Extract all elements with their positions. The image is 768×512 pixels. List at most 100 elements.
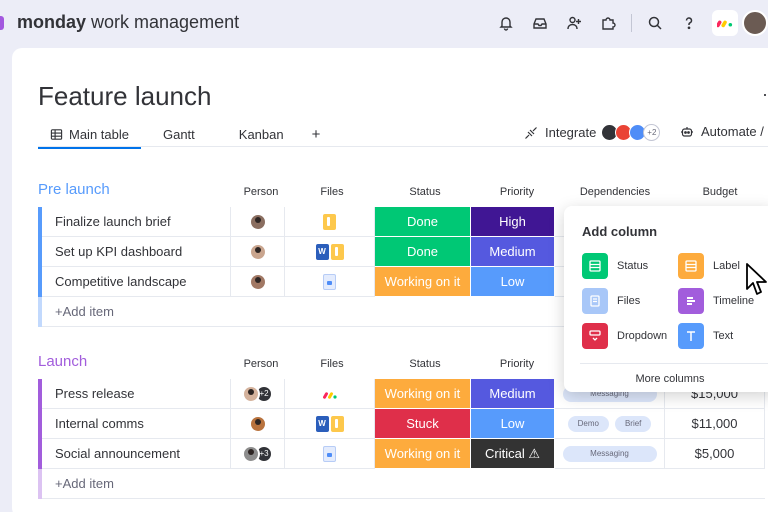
person-cell[interactable] [231,267,285,297]
person-cell[interactable] [231,409,285,439]
files-cell[interactable] [285,439,375,469]
priority-cell[interactable]: Low [471,267,555,297]
col-header-priority[interactable]: Priority [473,186,561,198]
priority-cell[interactable]: Medium [471,237,555,267]
status-cell[interactable]: Done [375,207,471,237]
status-cell[interactable]: Stuck [375,409,471,439]
table-row[interactable]: Internal comms W Stuck Low Demo Brief $1… [38,409,768,439]
col-header-budget[interactable]: Budget [668,186,768,198]
col-header-status[interactable]: Status [375,358,475,370]
file-icons: W [315,243,344,260]
avatar [248,242,267,261]
dependency-tag[interactable]: Messaging [562,445,657,462]
automate-label: Automate / 2 [701,124,768,139]
status-cell[interactable]: Working on it [375,267,471,297]
dependency-tag[interactable]: Brief [614,415,652,432]
files-cell[interactable]: W [285,409,375,439]
image-file-icon [323,445,336,462]
text-column-icon [678,323,704,349]
priority-cell[interactable]: High [471,207,555,237]
files-cell[interactable] [285,379,375,409]
status-cell[interactable]: Done [375,237,471,267]
status-cell[interactable]: Working on it [375,439,471,469]
popup-title: Add column [582,224,658,239]
col-header-person[interactable]: Person [231,186,291,198]
item-name[interactable]: Press release [42,379,231,409]
more-columns-button[interactable]: More columns [564,373,768,385]
status-option-label: Status [617,260,649,272]
files-cell[interactable]: W [285,237,375,267]
popup-divider [580,363,768,364]
add-dropdown-column[interactable]: Dropdown [582,323,667,349]
file-icon [323,213,336,230]
add-label-column[interactable]: Label [678,253,740,279]
add-text-column[interactable]: Text [678,323,733,349]
add-files-column[interactable]: Files [582,288,640,314]
dependencies-cell[interactable]: Demo Brief [555,409,665,439]
automate-button[interactable]: Automate / 2 [680,124,768,139]
budget-cell[interactable]: $5,000 [665,439,765,469]
more-integrations-count: +2 [643,124,661,141]
priority-cell[interactable]: Critical ⚠ [471,439,555,469]
col-header-priority[interactable]: Priority [473,358,561,370]
col-header-person[interactable]: Person [231,358,291,370]
add-timeline-column[interactable]: Timeline [678,288,754,314]
add-status-column[interactable]: Status [582,253,648,279]
label-option-label: Label [713,260,740,272]
priority-cell[interactable]: Medium [471,379,555,409]
col-header-files[interactable]: Files [290,186,374,198]
budget-cell[interactable]: $11,000 [665,409,765,439]
col-header-dependencies[interactable]: Dependencies [559,186,671,198]
word-file-icon: W [315,415,329,432]
avatar [242,384,260,403]
text-option-label: Text [713,330,734,342]
avatar [248,212,267,231]
file-icons: W [315,415,344,432]
col-header-status[interactable]: Status [375,186,475,198]
group-title-pre-launch[interactable]: Pre launch [38,181,110,198]
dependencies-cell[interactable]: Messaging [555,439,665,469]
item-name[interactable]: Social announcement [42,439,231,469]
person-cell[interactable] [231,237,285,267]
search-icon[interactable] [646,14,664,32]
bell-icon[interactable] [497,14,515,32]
apps-icon[interactable] [599,14,617,32]
tab-kanban[interactable]: Kanban [227,122,296,146]
status-cell[interactable]: Working on it [375,379,471,409]
priority-cell[interactable]: Low [471,409,555,439]
brand-name[interactable]: monday work management [17,12,239,33]
item-name[interactable]: Internal comms [42,409,231,439]
item-name[interactable]: Finalize launch brief [42,207,231,237]
board-title: Feature launch [38,81,212,111]
files-cell[interactable] [285,207,375,237]
inbox-icon[interactable] [531,14,549,32]
group-title-launch[interactable]: Launch [38,353,87,370]
dropdown-column-icon [582,323,608,349]
board-more-icon[interactable]: · [762,84,768,105]
table-row[interactable]: Social announcement +3 Working on it Cri… [38,439,768,469]
tab-main-table[interactable]: Main table [38,122,141,149]
files-cell[interactable] [285,267,375,297]
brand-bold: monday [17,12,87,32]
brand-rest: work management [86,12,240,32]
item-name[interactable]: Competitive landscape [42,267,231,297]
file-icon [330,415,344,432]
add-view-button[interactable]: + [300,122,333,146]
monday-apps-badge[interactable] [712,10,738,36]
avatar [242,444,260,463]
integrate-button[interactable]: Integrate +2 [524,124,661,141]
person-cell[interactable]: +2 [231,379,285,409]
person-cell[interactable]: +3 [231,439,285,469]
item-name[interactable]: Set up KPI dashboard [42,237,231,267]
add-item-row[interactable]: +Add item [38,469,768,499]
help-icon[interactable] [680,14,698,32]
add-item-button[interactable]: +Add item [42,469,765,499]
tab-gantt[interactable]: Gantt [151,122,207,146]
person-cell[interactable] [231,207,285,237]
user-avatar[interactable] [742,10,768,36]
dependency-tag[interactable]: Demo [567,415,609,432]
integration-apps: +2 [601,124,661,141]
invite-user-icon[interactable] [565,14,583,32]
status-column-icon [582,253,608,279]
col-header-files[interactable]: Files [290,358,374,370]
